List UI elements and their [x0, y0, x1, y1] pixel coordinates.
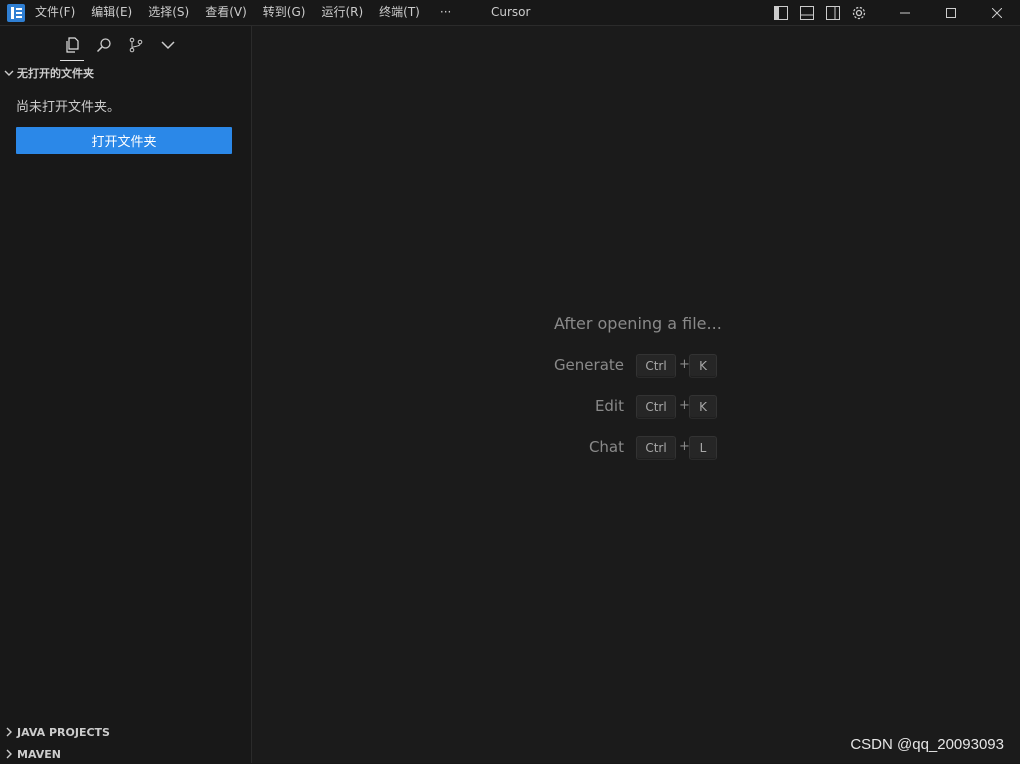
section-title: 无打开的文件夹 [17, 67, 94, 80]
activity-tabs [56, 30, 184, 61]
minimize-icon[interactable] [882, 0, 928, 25]
shortcut-row-edit: Edit Ctrl + K [252, 395, 1020, 419]
menu-file[interactable]: 文件(F) [35, 0, 83, 25]
toggle-secondary-sidebar-icon[interactable] [820, 0, 846, 25]
menu-view[interactable]: 查看(V) [197, 0, 255, 25]
java-projects-label: JAVA PROJECTS [17, 725, 110, 739]
java-projects-section[interactable]: JAVA PROJECTS [0, 722, 251, 742]
menu-selection[interactable]: 选择(S) [140, 0, 197, 25]
chevron-right-icon [6, 749, 12, 759]
window-title: Cursor [491, 5, 531, 19]
menu-run[interactable]: 运行(R) [313, 0, 371, 25]
csdn-watermark: CSDN @qq_20093093 [850, 736, 1004, 753]
editor-area[interactable]: After opening a file... Generate Ctrl + … [252, 26, 1020, 763]
toggle-panel-icon[interactable] [794, 0, 820, 25]
source-control-icon[interactable] [120, 30, 152, 60]
keycap: K [689, 395, 717, 419]
menu-terminal[interactable]: 终端(T) [371, 0, 428, 25]
shortcut-label: Generate [553, 356, 624, 374]
menu-edit[interactable]: 编辑(E) [83, 0, 140, 25]
maven-section[interactable]: MAVEN [0, 744, 251, 764]
close-icon[interactable] [974, 0, 1020, 25]
chevron-right-icon [6, 727, 12, 737]
maven-label: MAVEN [17, 747, 61, 761]
menu-go[interactable]: 转到(G) [255, 0, 314, 25]
menu-bar: 文件(F) 编辑(E) 选择(S) 查看(V) 转到(G) 运行(R) 终端(T… [35, 0, 459, 25]
keycap: K [689, 354, 717, 378]
more-chevron-icon[interactable] [152, 30, 184, 60]
explorer-icon[interactable] [56, 30, 88, 61]
keycap: L [689, 436, 717, 460]
chevron-down-icon [4, 70, 14, 76]
toggle-primary-sidebar-icon[interactable] [768, 0, 794, 25]
shortcut-row-generate: Generate Ctrl + K [252, 354, 1020, 378]
title-bar: 文件(F) 编辑(E) 选择(S) 查看(V) 转到(G) 运行(R) 终端(T… [0, 0, 1020, 26]
sidebar: 无打开的文件夹 尚未打开文件夹。 打开文件夹 JAVA PROJECTS MAV… [0, 26, 252, 763]
maximize-icon[interactable] [928, 0, 974, 25]
shortcut-label: Chat [588, 438, 624, 456]
keycap-ctrl: Ctrl [636, 436, 676, 460]
no-folder-section-header[interactable]: 无打开的文件夹 [0, 64, 251, 82]
empty-folder-message: 尚未打开文件夹。 [16, 100, 121, 115]
keycap-ctrl: Ctrl [636, 354, 676, 378]
cursor-app-icon[interactable] [7, 3, 25, 22]
shortcut-row-chat: Chat Ctrl + L [252, 436, 1020, 460]
open-folder-button[interactable]: 打开文件夹 [16, 127, 232, 154]
keycap-ctrl: Ctrl [636, 395, 676, 419]
editor-hint-title: After opening a file... [554, 314, 722, 333]
search-icon[interactable] [88, 30, 120, 60]
settings-gear-icon[interactable] [846, 0, 872, 25]
shortcut-label: Edit [594, 397, 624, 415]
menu-more[interactable]: ··· [428, 0, 459, 25]
